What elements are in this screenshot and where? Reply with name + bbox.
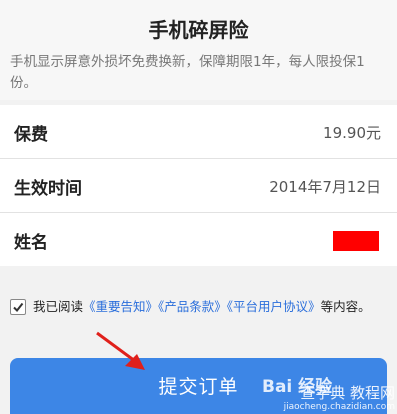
name-label: 姓名 xyxy=(14,233,48,253)
watermark-url: jiaocheng.chazidian.com xyxy=(283,402,395,412)
check-icon xyxy=(13,302,24,313)
link-important-notice[interactable]: 《重要告知》 xyxy=(83,299,158,314)
effective-date-row: 生效时间 2014年7月12日 xyxy=(0,159,397,212)
watermark-site: 查字典 教程网 xyxy=(300,384,395,402)
watermark: Bai 经验 查字典 教程网 jiaocheng.chazidian.com xyxy=(262,372,397,414)
redacted-name-value xyxy=(333,231,379,251)
page-title: 手机碎屏险 xyxy=(148,18,249,42)
order-details: 保费 19.90元 生效时间 2014年7月12日 姓名 xyxy=(0,105,397,266)
header-section: 手机碎屏险 手机显示屏意外损坏免费换新，保障期限1年，每人限投保1份。 xyxy=(0,0,397,100)
name-row[interactable]: 姓名 xyxy=(0,213,397,266)
agreement-prefix: 我已阅读 xyxy=(33,299,84,314)
effective-date-value: 2014年7月12日 xyxy=(269,178,381,196)
premium-value: 19.90元 xyxy=(323,124,381,142)
premium-label: 保费 xyxy=(14,125,48,145)
agreement-suffix: 等内容。 xyxy=(320,299,371,314)
link-user-agreement[interactable]: 《平台用户协议》 xyxy=(227,299,321,314)
agreement-text: 我已阅读《重要告知》《产品条款》《平台用户协议》等内容。 xyxy=(33,296,381,318)
agree-checkbox[interactable] xyxy=(10,299,26,315)
annotation-arrow-icon xyxy=(96,331,145,370)
effective-date-label: 生效时间 xyxy=(14,179,82,199)
product-description: 手机显示屏意外损坏免费换新，保障期限1年，每人限投保1份。 xyxy=(10,54,365,91)
link-product-terms[interactable]: 《产品条款》 xyxy=(158,299,227,314)
premium-row: 保费 19.90元 xyxy=(0,105,397,158)
